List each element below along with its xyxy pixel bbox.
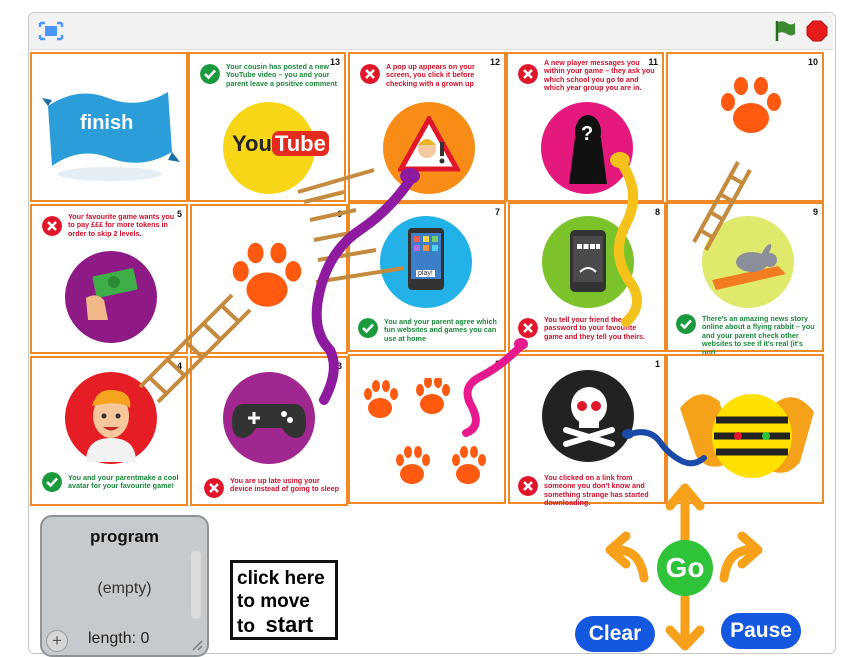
start-button-line2: to move — [237, 591, 310, 612]
pause-button[interactable]: Pause — [721, 613, 801, 649]
start-button-line3: to start — [237, 612, 314, 637]
blue-snake — [627, 429, 707, 467]
program-panel: program (empty) + length: 0 — [40, 515, 209, 657]
forward-arrow-icon[interactable] — [665, 483, 705, 545]
turn-right-arrow-icon[interactable] — [719, 531, 763, 583]
ladder-9-to-10 — [692, 161, 752, 251]
ladder-4-to-6 — [138, 293, 252, 404]
move-to-start-button[interactable]: click here to move to start — [230, 560, 338, 640]
ladder-6-to-12 — [297, 168, 405, 284]
program-status: (empty) — [97, 580, 152, 597]
stage-toolbar — [29, 13, 833, 50]
purple-snake — [311, 175, 415, 405]
yellow-snake — [613, 159, 642, 327]
backward-arrow-icon[interactable] — [665, 593, 705, 651]
fullscreen-icon[interactable] — [38, 20, 64, 42]
start-button-line1: click here — [237, 568, 325, 589]
turn-left-arrow-icon[interactable] — [605, 531, 649, 583]
add-icon[interactable]: + — [46, 630, 68, 652]
green-flag-icon[interactable] — [773, 19, 797, 43]
go-button[interactable]: Go — [657, 540, 713, 596]
program-title: program — [90, 527, 159, 546]
stop-sign-icon[interactable] — [806, 20, 828, 42]
program-length: length: 0 — [88, 630, 150, 647]
resize-handle-icon[interactable] — [191, 639, 203, 651]
clear-button[interactable]: Clear — [575, 616, 655, 652]
game-board: finish 13 Your cousin has posted a new Y… — [30, 52, 824, 508]
pink-snake — [462, 343, 524, 437]
snakes-and-ladders-overlay — [138, 152, 752, 467]
